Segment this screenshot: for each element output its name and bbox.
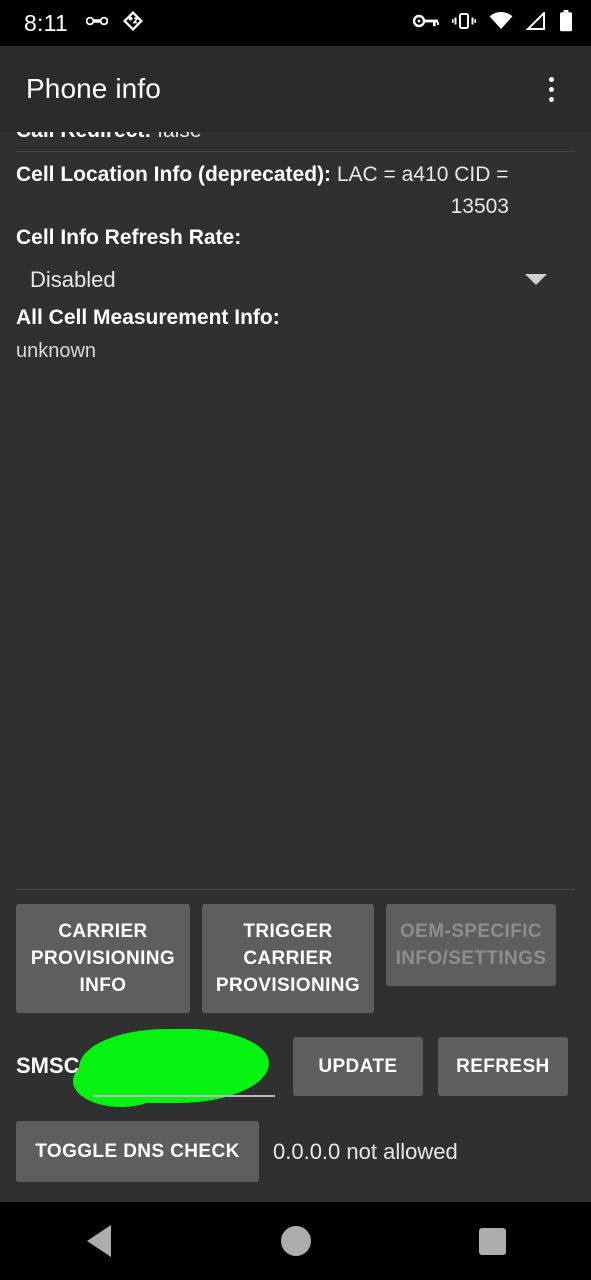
cellular-signal-icon — [525, 10, 546, 35]
oem-specific-info-settings-button: OEM-SPECIFIC INFO/SETTINGS — [386, 904, 556, 986]
info-row-call-redirect: Call Redirect: false — [16, 132, 575, 148]
info-row-cell-location: Cell Location Info (deprecated): LAC = a… — [16, 158, 575, 192]
info-value: false — [151, 132, 201, 142]
dns-row: TOGGLE DNS CHECK 0.0.0.0 not allowed — [0, 1097, 591, 1202]
toggle-dns-check-button[interactable]: TOGGLE DNS CHECK — [16, 1121, 259, 1182]
recents-square — [479, 1227, 506, 1255]
recents-icon[interactable] — [458, 1206, 528, 1276]
dns-status-text: 0.0.0.0 not allowed — [273, 1138, 458, 1164]
wifi-icon — [489, 11, 513, 35]
trigger-carrier-provisioning-button[interactable]: TRIGGER CARRIER PROVISIONING — [202, 904, 374, 1013]
overflow-dot — [548, 96, 554, 102]
smsc-input[interactable] — [72, 1029, 275, 1107]
phone-screen: 8:11 Phone info Cell Location Info (depr… — [0, 0, 591, 1280]
diamond-nav-icon — [122, 10, 144, 37]
carrier-provisioning-info-button[interactable]: CARRIER PROVISIONING INFO — [16, 904, 190, 1013]
vibrate-icon — [452, 11, 476, 36]
overflow-dot — [548, 76, 554, 82]
info-key: Cell Info Refresh Rate: — [16, 226, 242, 249]
smsc-refresh-button[interactable]: REFRESH — [437, 1036, 568, 1096]
home-icon[interactable] — [261, 1206, 331, 1276]
back-triangle — [86, 1225, 111, 1257]
battery-icon — [559, 9, 573, 37]
chevron-down-icon — [525, 274, 547, 285]
info-list: Call Redirect: false Cell Location Info … — [0, 132, 591, 365]
smsc-update-button[interactable]: UPDATE — [292, 1036, 423, 1096]
info-value-wrapped: 13503 — [450, 195, 509, 218]
info-divider — [16, 151, 575, 152]
smsc-redaction-overlay — [72, 1029, 269, 1107]
status-bar-system-icons — [412, 9, 573, 37]
overflow-menu-icon[interactable] — [529, 67, 573, 111]
info-value-measurement: unknown — [16, 340, 97, 362]
info-key: Call Redirect: — [16, 132, 151, 142]
app-bar: Phone info — [0, 46, 591, 132]
status-bar-notification-icons — [85, 10, 144, 37]
vpn-key-icon — [412, 13, 439, 34]
status-bar: 8:11 — [0, 0, 591, 46]
info-label-measurement: All Cell Measurement Info: — [16, 301, 575, 335]
bottom-action-panel: CARRIER PROVISIONING INFO TRIGGER CARRIE… — [0, 889, 591, 1202]
info-value: LAC = a410 CID = — [331, 163, 509, 186]
spinner-selected-value: Disabled — [30, 267, 116, 292]
overflow-dot — [548, 86, 554, 92]
status-bar-clock: 8:11 — [24, 9, 68, 36]
info-key: Cell Location Info (deprecated): — [16, 163, 332, 186]
link-icon — [85, 14, 109, 33]
page-title: Phone info — [26, 73, 161, 104]
smsc-row: SMSC: UPDATE REFRESH — [0, 1013, 591, 1107]
smsc-input-underline — [92, 1095, 275, 1097]
home-circle — [280, 1226, 311, 1256]
info-label-refresh-rate: Cell Info Refresh Rate: — [16, 221, 575, 255]
carrier-button-row: CARRIER PROVISIONING INFO TRIGGER CARRIE… — [0, 890, 591, 1013]
navigation-bar — [0, 1202, 591, 1280]
cell-info-refresh-rate-spinner[interactable]: Disabled — [16, 261, 575, 299]
info-key: All Cell Measurement Info: — [16, 306, 280, 329]
back-icon[interactable] — [64, 1206, 134, 1276]
